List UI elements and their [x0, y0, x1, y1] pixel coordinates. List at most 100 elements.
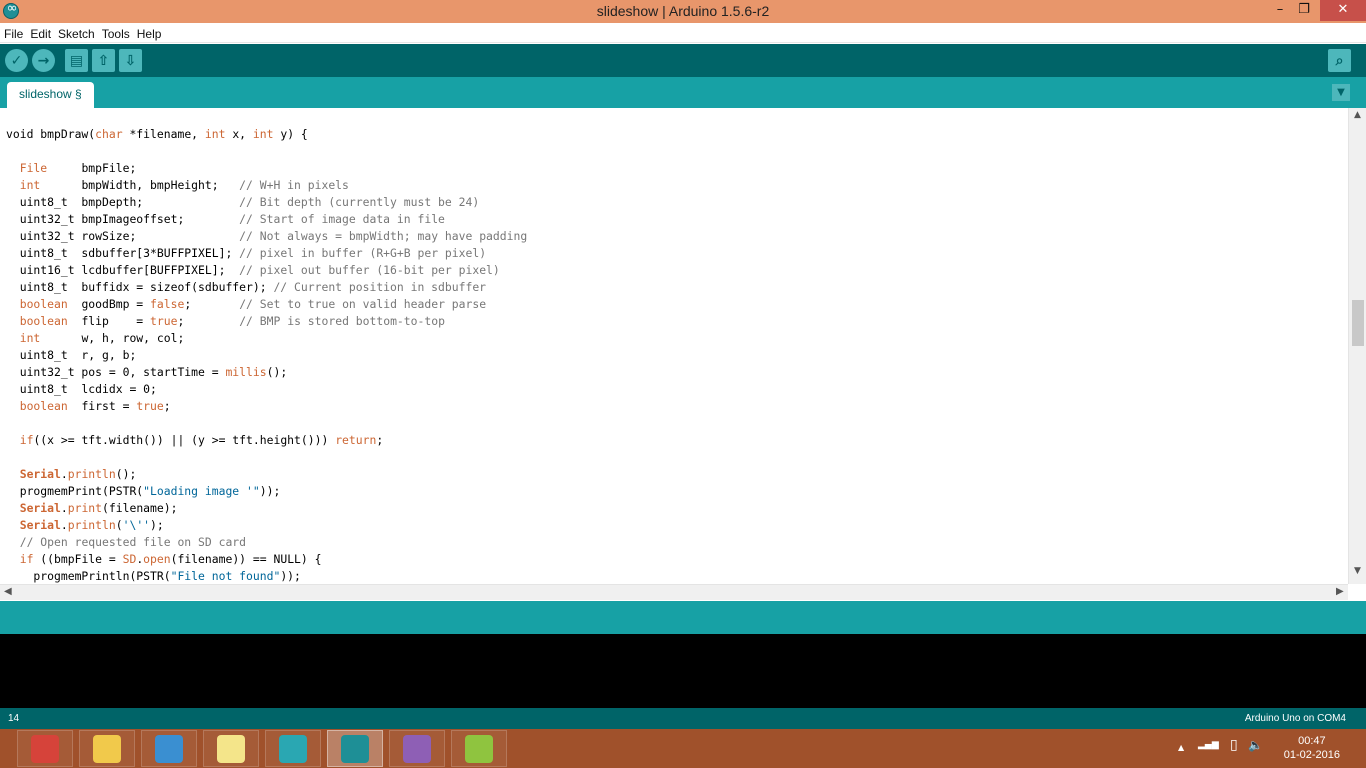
code-token: boolean	[19, 399, 68, 413]
volume-icon[interactable]: 🔈	[1248, 738, 1263, 752]
vertical-scroll-thumb[interactable]	[1352, 300, 1364, 346]
code-token: ));	[280, 569, 301, 583]
status-bar	[0, 601, 1366, 634]
code-token: Serial	[19, 518, 61, 532]
code-token: int	[204, 127, 226, 141]
code-token: boolean	[19, 314, 68, 328]
code-token: println	[67, 467, 116, 481]
title-bar: slideshow | Arduino 1.5.6-r2 – ❐ ✕	[0, 0, 1366, 23]
new-sketch-icon[interactable]: ▤	[65, 49, 88, 72]
code-token: first =	[67, 399, 137, 413]
tab-slideshow[interactable]: slideshow §	[7, 82, 94, 108]
code-line: boolean first = true;	[6, 398, 527, 415]
save-sketch-icon[interactable]: ⇩	[119, 49, 142, 72]
taskbar-notepad-plus[interactable]	[451, 730, 507, 767]
code-token: x,	[225, 127, 253, 141]
code-token: "Loading image '"	[143, 484, 260, 498]
menu-file[interactable]: File	[0, 25, 25, 41]
code-token: // Bit depth (currently must be 24)	[239, 195, 480, 209]
code-token: char	[95, 127, 123, 141]
code-token: bmpWidth, bmpHeight;	[40, 178, 240, 192]
code-editor[interactable]: void bmpDraw(char *filename, int x, int …	[0, 108, 1366, 584]
taskbar-f-app[interactable]	[265, 730, 321, 767]
code-token: // BMP is stored bottom-to-top	[239, 314, 445, 328]
scroll-right-icon[interactable]: ▶	[1336, 586, 1344, 597]
code-token: int	[19, 331, 41, 345]
code-token: uint32_t bmpImageoffset;	[6, 212, 240, 226]
taskbar-picasa[interactable]	[389, 730, 445, 767]
show-hidden-icons-icon[interactable]: ▲	[1178, 743, 1184, 752]
horizontal-scrollbar[interactable]: ◀ ▶	[0, 584, 1348, 600]
serial-monitor-icon[interactable]: ⌕	[1328, 49, 1351, 72]
taskbar-photos[interactable]	[141, 730, 197, 767]
toolbar: ✓ → ▤ ⇧ ⇩ ⌕	[0, 44, 1366, 77]
photos-icon	[155, 734, 183, 763]
code-line: uint8_t bmpDepth; // Bit depth (currentl…	[6, 194, 527, 211]
menu-help[interactable]: Help	[133, 25, 164, 41]
network-signal-icon[interactable]: ▂▄▆	[1198, 740, 1219, 750]
code-token: print	[67, 501, 103, 515]
code-token: // Open requested file on SD card	[19, 535, 247, 549]
code-token: // pixel out buffer (16-bit per pixel)	[239, 263, 500, 277]
chrome-icon	[31, 734, 59, 763]
code-token: if	[19, 552, 34, 566]
code-token: ((x >= tft.width()) || (y >= tft.height(…	[33, 433, 336, 447]
scroll-down-icon[interactable]: ▼	[1349, 566, 1366, 576]
code-token: .	[60, 518, 68, 532]
tab-menu-icon[interactable]: ▼	[1332, 84, 1350, 101]
code-token: ;	[184, 297, 240, 311]
code-line: void bmpDraw(char *filename, int x, int …	[6, 126, 527, 143]
f-app-icon	[279, 734, 307, 763]
menu-edit[interactable]: Edit	[26, 25, 53, 41]
code-token: uint32_t rowSize;	[6, 229, 240, 243]
clock-date: 01-02-2016	[1283, 749, 1340, 761]
taskbar-arduino[interactable]	[327, 730, 383, 767]
code-token: // Start of image data in file	[239, 212, 445, 226]
taskbar-chrome[interactable]	[17, 730, 73, 767]
code-token: w, h, row, col;	[40, 331, 185, 345]
code-token: SD	[122, 552, 137, 566]
code-token: uint8_t buffidx = sizeof(sdbuffer);	[6, 280, 274, 294]
vertical-scrollbar[interactable]: ▲ ▼	[1348, 108, 1366, 584]
line-number: 14	[8, 713, 20, 724]
scroll-left-icon[interactable]: ◀	[4, 586, 12, 597]
code-line: uint8_t buffidx = sizeof(sdbuffer); // C…	[6, 279, 527, 296]
scroll-up-icon[interactable]: ▲	[1349, 110, 1366, 120]
code-token: .	[60, 501, 68, 515]
footer-bar: 14 Arduino Uno on COM4	[0, 708, 1366, 729]
menu-tools[interactable]: Tools	[98, 25, 132, 41]
file-explorer-icon	[93, 734, 121, 763]
open-sketch-icon[interactable]: ⇧	[92, 49, 115, 72]
code-line: uint32_t pos = 0, startTime = millis();	[6, 364, 527, 381]
taskbar-sticky-notes[interactable]	[203, 730, 259, 767]
code-token: (	[115, 518, 123, 532]
verify-icon[interactable]: ✓	[5, 49, 28, 72]
code-token: true	[136, 399, 164, 413]
battery-icon[interactable]: ▯	[1230, 737, 1238, 753]
upload-icon[interactable]: →	[32, 49, 55, 72]
code-token: println	[67, 518, 116, 532]
code-token: uint8_t r, g, b;	[6, 348, 137, 362]
console-output[interactable]	[0, 634, 1366, 708]
window-title: slideshow | Arduino 1.5.6-r2	[596, 3, 770, 19]
code-token: File	[19, 161, 48, 175]
code-line: int w, h, row, col;	[6, 330, 527, 347]
code-token: y) {	[273, 127, 308, 141]
code-token: // Not always = bmpWidth; may have paddi…	[239, 229, 528, 243]
menu-sketch[interactable]: Sketch	[54, 25, 97, 41]
taskbar-file-explorer[interactable]	[79, 730, 135, 767]
close-button[interactable]: ✕	[1320, 0, 1366, 21]
maximize-button[interactable]: ❐	[1290, 0, 1318, 21]
menu-bar: File Edit Sketch Tools Help	[0, 23, 1366, 43]
clock[interactable]: 00:47 01-02-2016	[1284, 734, 1340, 762]
code-text: void bmpDraw(char *filename, int x, int …	[6, 126, 527, 584]
code-token: ();	[266, 365, 288, 379]
code-token: // Set to true on valid header parse	[239, 297, 487, 311]
code-line: int bmpWidth, bmpHeight; // W+H in pixel…	[6, 177, 527, 194]
